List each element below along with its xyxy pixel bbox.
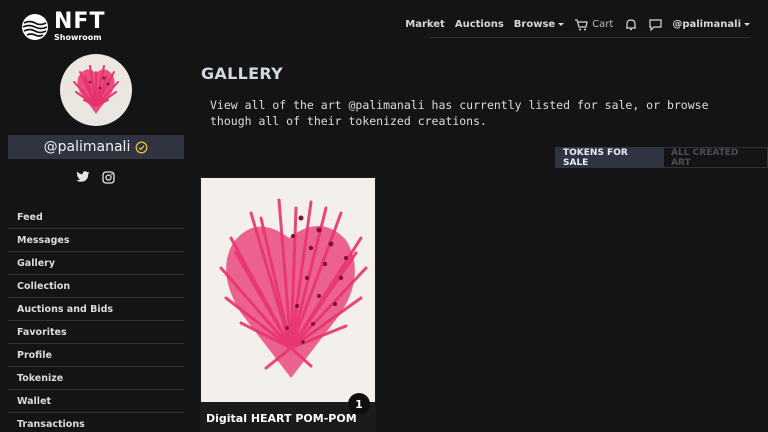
artwork-card[interactable]: 1 Digital HEART POM-POM: [200, 177, 376, 432]
sidebar-item-feed[interactable]: Feed: [8, 206, 184, 229]
cart-icon: [575, 18, 588, 30]
brand-logo[interactable]: NFT Showroom: [21, 11, 105, 42]
heart-pompom-artwork: [219, 198, 368, 378]
logo-icon: [22, 13, 48, 40]
sidebar-item-wallet[interactable]: Wallet: [8, 390, 184, 413]
notifications-button[interactable]: [625, 18, 637, 31]
brand-subtitle: Showroom: [54, 33, 102, 42]
tab-tokens-for-sale[interactable]: TOKENS FOR SALE: [555, 147, 664, 168]
messages-button[interactable]: [649, 18, 662, 31]
artwork-image[interactable]: [201, 178, 375, 402]
nav-cart-label: Cart: [592, 19, 614, 30]
nav-market-link[interactable]: Market: [405, 19, 445, 30]
profile-username: @palimanali: [43, 139, 131, 155]
nav-auctions-link[interactable]: Auctions: [455, 19, 504, 30]
brand-name: NFT: [54, 9, 106, 34]
nav-user-label: @palimanali: [672, 19, 741, 30]
sidebar-item-messages[interactable]: Messages: [8, 229, 184, 252]
sidebar-item-auctions-and-bids[interactable]: Auctions and Bids: [8, 298, 184, 321]
nav-browse-dropdown[interactable]: Browse: [513, 19, 565, 30]
top-nav: Market Auctions Browse Cart @palimanali: [405, 14, 750, 38]
gallery-intro-text: View all of the art @palimanali has curr…: [210, 98, 709, 128]
chevron-down-icon: [558, 23, 565, 26]
sidebar-item-profile[interactable]: Profile: [8, 344, 184, 367]
edition-count-badge: 1: [348, 393, 370, 415]
sidebar-item-collection[interactable]: Collection: [8, 275, 184, 298]
profile-username-box: @palimanali: [8, 135, 184, 159]
verified-icon: [135, 141, 148, 153]
sidebar-item-transactions[interactable]: Transactions: [8, 413, 184, 432]
artwork-title[interactable]: Digital HEART POM-POM: [206, 412, 357, 425]
chevron-down-icon: [744, 23, 750, 26]
social-links: [76, 171, 115, 184]
chat-icon: [649, 18, 662, 31]
sidebar-item-favorites[interactable]: Favorites: [8, 321, 184, 344]
nav-browse-label: Browse: [513, 19, 556, 30]
tab-all-created-art[interactable]: ALL CREATED ART: [663, 147, 768, 168]
avatar[interactable]: [60, 54, 132, 126]
twitter-icon[interactable]: [76, 171, 90, 183]
bell-icon: [626, 19, 637, 31]
page-title: GALLERY: [201, 64, 283, 83]
gallery-tabs: TOKENS FOR SALE ALL CREATED ART: [555, 147, 768, 168]
sidebar-item-tokenize[interactable]: Tokenize: [8, 367, 184, 390]
nav-user-dropdown[interactable]: @palimanali: [672, 19, 750, 30]
nav-cart-link[interactable]: Cart: [574, 18, 614, 31]
instagram-icon[interactable]: [102, 171, 115, 184]
sidebar-item-gallery[interactable]: Gallery: [8, 252, 184, 275]
sidebar-menu: Feed Messages Gallery Collection Auction…: [8, 206, 184, 432]
heart-pompom-avatar-image: [73, 65, 119, 114]
